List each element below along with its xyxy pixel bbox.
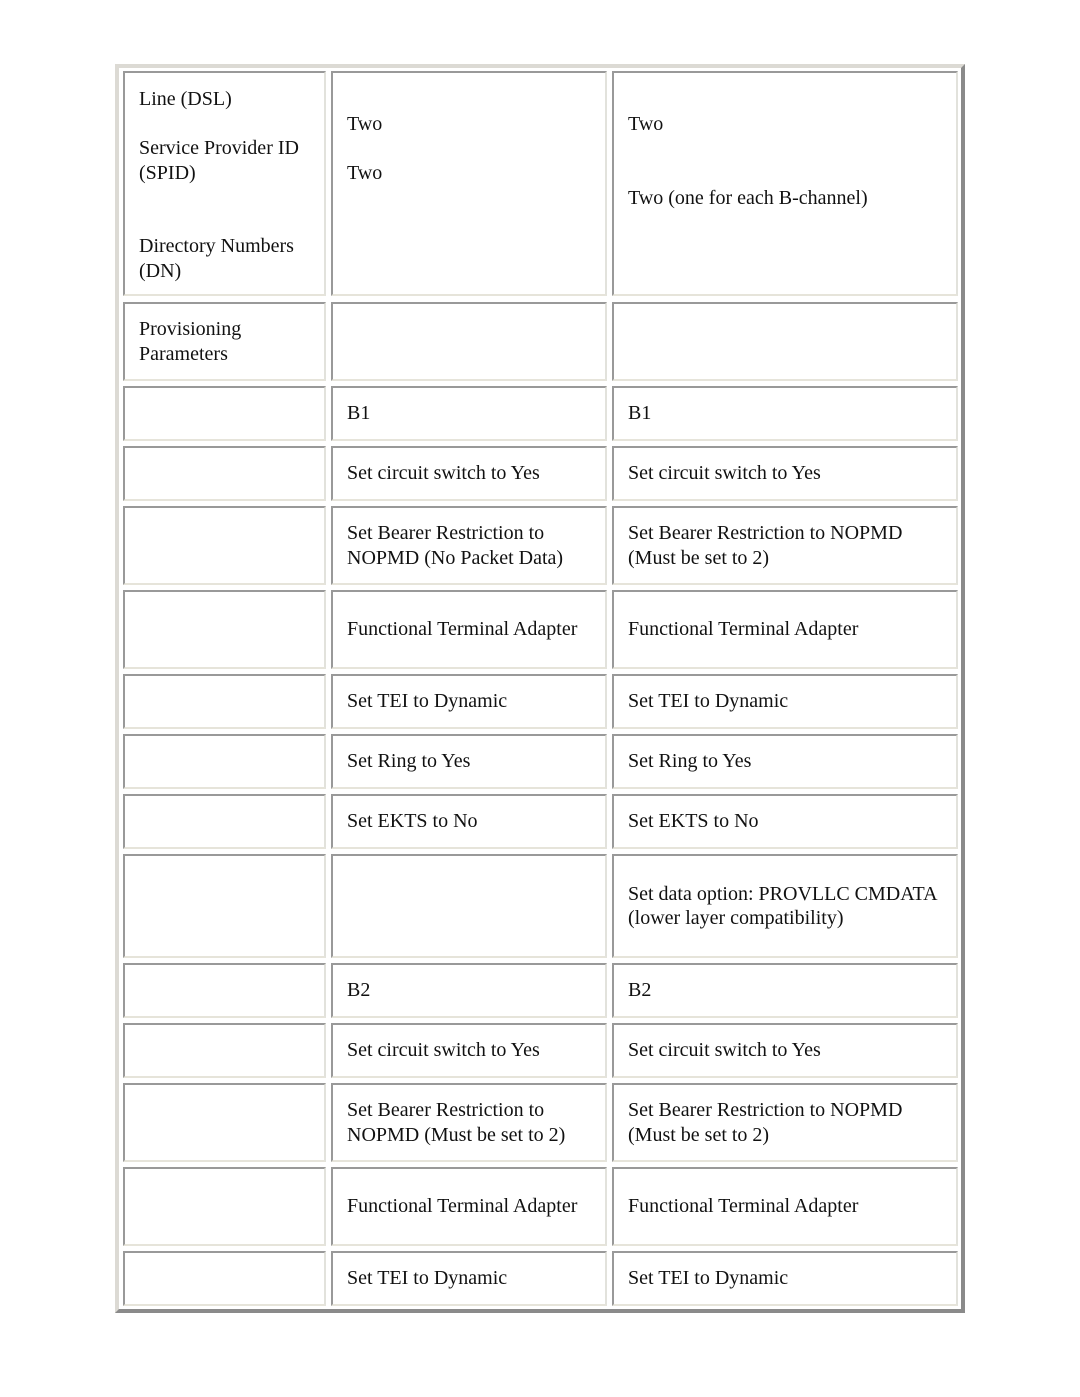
cell-text: Set TEI to Dynamic xyxy=(347,690,508,713)
table-cell-value: Set Ring to Yes xyxy=(331,734,607,789)
table-cell-label xyxy=(123,590,326,669)
table-cell-value: B1 xyxy=(612,386,958,441)
cell-text: Functional Terminal Adapter xyxy=(628,1195,859,1218)
cell-text: Set Bearer Restriction to NOPMD (Must be… xyxy=(628,1099,903,1146)
table-cell-label xyxy=(123,446,326,501)
cell-text: Set data option: PROVLLC CMDATA (lower l… xyxy=(628,882,937,930)
table-cell-label xyxy=(123,674,326,729)
cell-text: Functional Terminal Adapter xyxy=(347,1195,578,1218)
channel-b2-label: B2 xyxy=(347,979,371,1002)
line-dsl-label: Line (DSL) xyxy=(139,88,232,110)
channel-b2-label: B2 xyxy=(628,979,652,1002)
table-cell-value: Set Ring to Yes xyxy=(612,734,958,789)
cell-text: Functional Terminal Adapter xyxy=(347,618,578,641)
table-cell-value: Set TEI to Dynamic xyxy=(612,1251,958,1306)
table-cell-label xyxy=(123,1083,326,1162)
table-cell-label xyxy=(123,1167,326,1246)
dn-label: Directory Numbers (DN) xyxy=(139,235,294,282)
table-cell-value: Set TEI to Dynamic xyxy=(331,674,607,729)
table-cell-label xyxy=(123,1023,326,1078)
cell-text: Set circuit switch to Yes xyxy=(628,462,821,485)
cell-text: Set circuit switch to Yes xyxy=(347,1039,540,1062)
table-cell-value: Set data option: PROVLLC CMDATA (lower l… xyxy=(612,854,958,958)
table-cell-value: B2 xyxy=(612,963,958,1018)
dn-value: Two (one for each B-channel) xyxy=(628,186,868,209)
table-cell-value: Functional Terminal Adapter xyxy=(331,1167,607,1246)
table-cell-value: B1 xyxy=(331,386,607,441)
channel-b1-label: B1 xyxy=(347,402,371,425)
table-cell-label xyxy=(123,1251,326,1306)
table-cell-label: Provisioning Parameters xyxy=(123,302,326,381)
table-cell-value: Set Bearer Restriction to NOPMD (Must be… xyxy=(612,1083,958,1162)
cell-text: Set Ring to Yes xyxy=(347,750,471,773)
spid-value: Two xyxy=(347,113,383,135)
table-cell-label xyxy=(123,386,326,441)
table-cell-value: Functional Terminal Adapter xyxy=(612,590,958,669)
cell-text: Functional Terminal Adapter xyxy=(628,618,859,641)
cell-text: Set Bearer Restriction to NOPMD (Must be… xyxy=(628,522,903,569)
cell-text: Set TEI to Dynamic xyxy=(628,690,789,713)
table-cell-value: Two Two (one for each B-channel) xyxy=(612,71,958,296)
table-cell-value: Set circuit switch to Yes xyxy=(331,1023,607,1078)
table-cell-value: Two Two xyxy=(331,71,607,296)
spid-label: Service Provider ID (SPID) xyxy=(139,137,299,184)
table-cell-value: Set Bearer Restriction to NOPMD (No Pack… xyxy=(331,506,607,585)
table-cell-label xyxy=(123,794,326,849)
table-cell-label xyxy=(123,854,326,958)
cell-text: Set TEI to Dynamic xyxy=(628,1267,789,1290)
table-cell-value: B2 xyxy=(331,963,607,1018)
cell-text: Set EKTS to No xyxy=(628,810,759,833)
table-cell-value xyxy=(612,302,958,381)
table-cell-label: Line (DSL) Service Provider ID (SPID) Di… xyxy=(123,71,326,296)
channel-b1-label: B1 xyxy=(628,402,652,425)
cell-text: Set EKTS to No xyxy=(347,810,478,833)
cell-text: Set circuit switch to Yes xyxy=(628,1039,821,1062)
table-cell-value: Set EKTS to No xyxy=(331,794,607,849)
table-cell-value: Set Bearer Restriction to NOPMD (Must be… xyxy=(331,1083,607,1162)
table-cell-value: Set TEI to Dynamic xyxy=(612,674,958,729)
table-cell-value: Set circuit switch to Yes xyxy=(612,1023,958,1078)
table-cell-value: Set TEI to Dynamic xyxy=(331,1251,607,1306)
table-cell-label xyxy=(123,506,326,585)
table-cell-label xyxy=(123,963,326,1018)
cell-text: Set Ring to Yes xyxy=(628,750,752,773)
table-cell-value xyxy=(331,854,607,958)
cell-text: Set Bearer Restriction to NOPMD (Must be… xyxy=(347,1099,566,1146)
table-cell-value: Functional Terminal Adapter xyxy=(331,590,607,669)
cell-text: Set Bearer Restriction to NOPMD (No Pack… xyxy=(347,522,564,569)
dn-value: Two xyxy=(347,162,383,184)
cell-text: Set circuit switch to Yes xyxy=(347,462,540,485)
table-cell-value: Set circuit switch to Yes xyxy=(331,446,607,501)
table-cell-value: Functional Terminal Adapter xyxy=(612,1167,958,1246)
provisioning-parameters-label: Provisioning Parameters xyxy=(139,318,242,365)
table-cell-value: Set circuit switch to Yes xyxy=(612,446,958,501)
spid-value: Two xyxy=(628,113,664,135)
table-cell-value: Set Bearer Restriction to NOPMD (Must be… xyxy=(612,506,958,585)
table-cell-value xyxy=(331,302,607,381)
table-cell-label xyxy=(123,734,326,789)
cell-text: Set TEI to Dynamic xyxy=(347,1267,508,1290)
table-cell-value: Set EKTS to No xyxy=(612,794,958,849)
